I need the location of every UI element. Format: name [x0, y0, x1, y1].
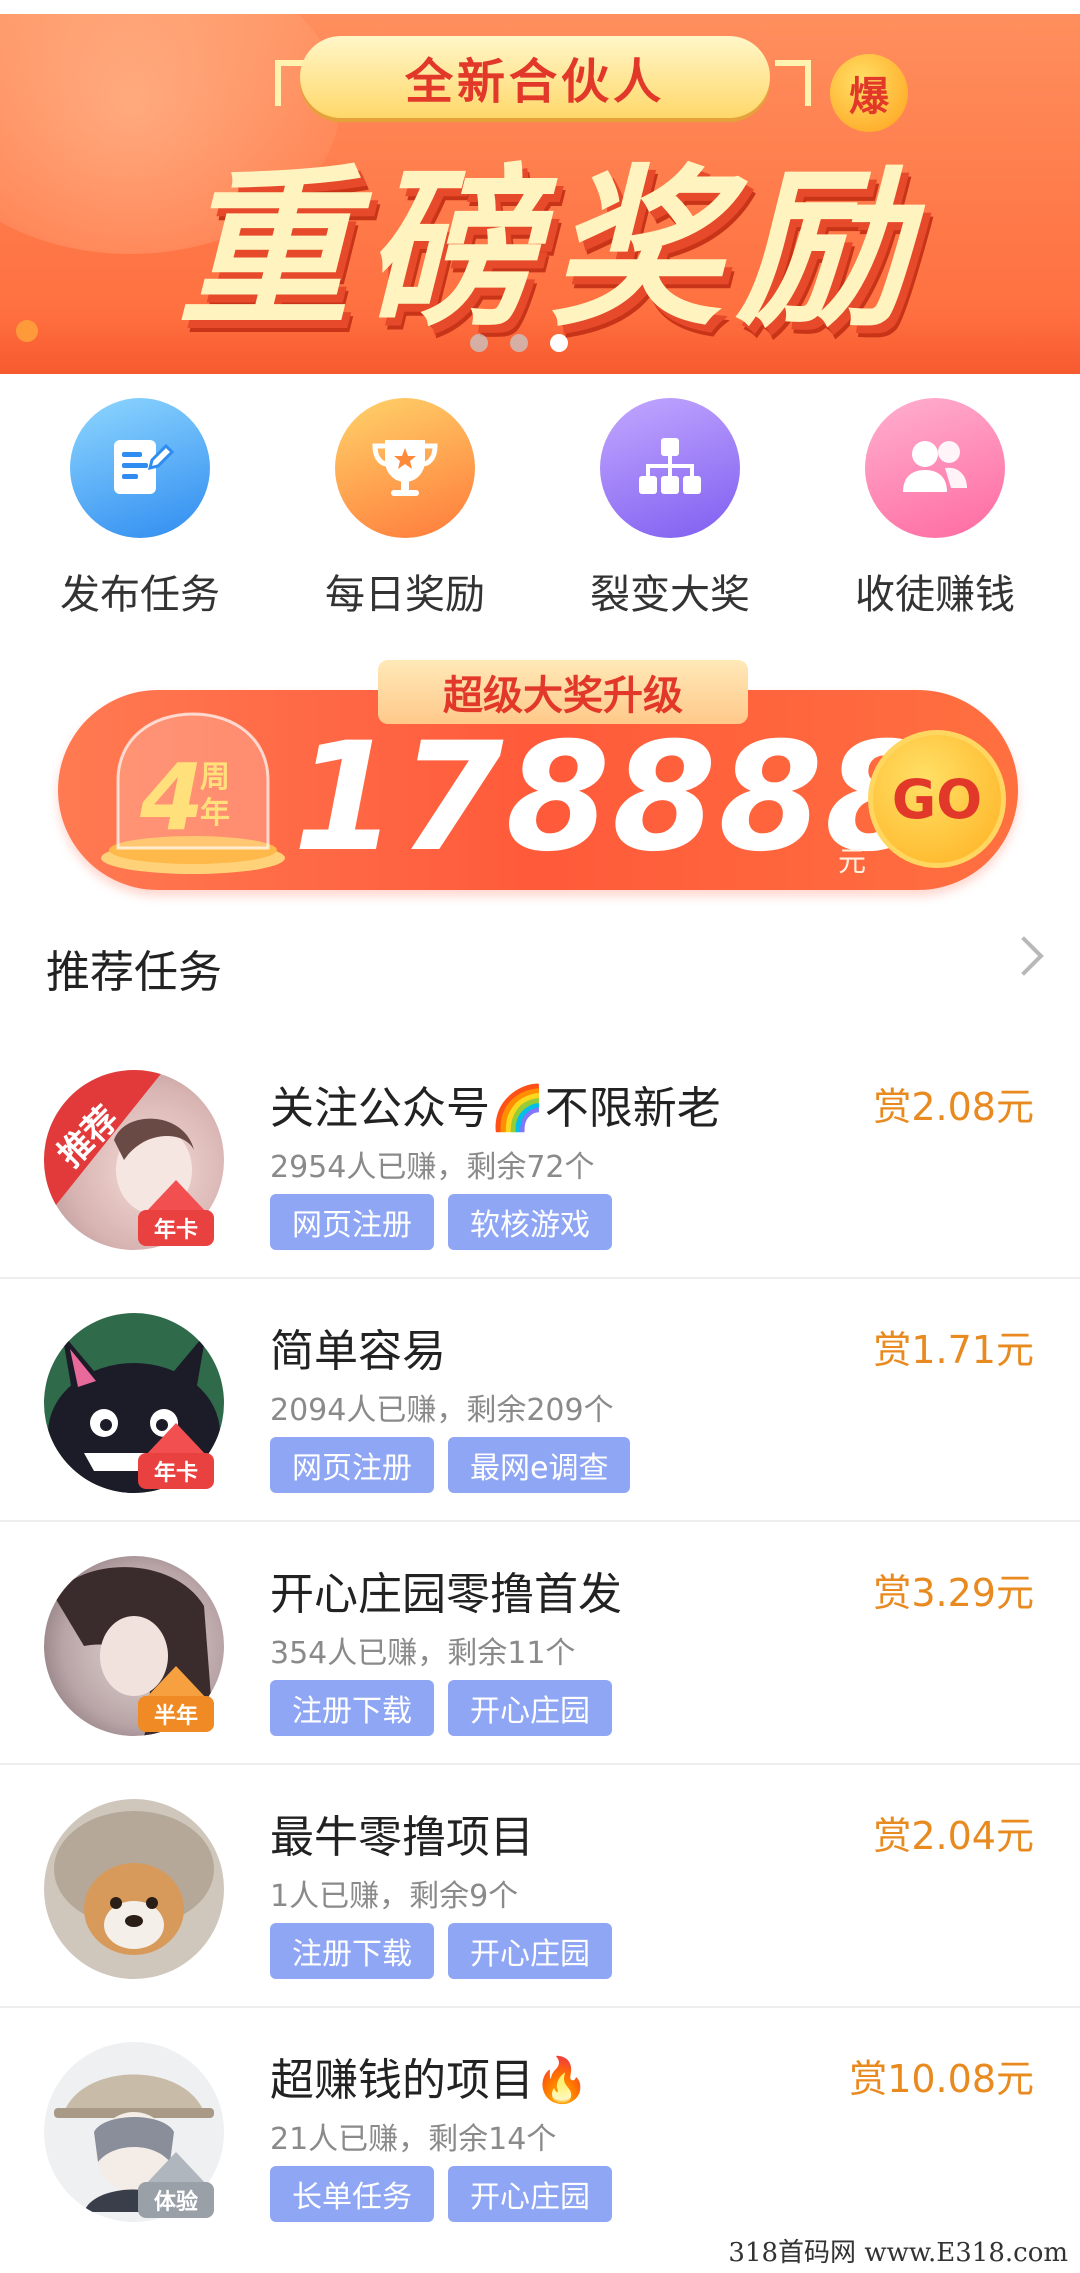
crown-icon: 体验 — [138, 2152, 214, 2222]
task-stats: 1人已赚，剩余9个 — [270, 1879, 519, 1914]
task-stats: 2094人已赚，剩余209个 — [270, 1393, 614, 1428]
task-reward: 赏2.04元 — [873, 1814, 1034, 1858]
action-label: 裂变大奖 — [590, 572, 750, 618]
quick-actions: 发布任务 每日奖励 裂变大奖 收徒赚钱 — [0, 398, 1080, 638]
trophy-icon — [335, 398, 475, 538]
action-label: 发布任务 — [60, 572, 220, 618]
task-tags: 网页注册 最网e调查 — [270, 1437, 631, 1493]
task-tags: 注册下载 开心庄园 — [270, 1680, 612, 1736]
task-reward: 赏1.71元 — [873, 1328, 1034, 1372]
crown-label: 年卡 — [153, 1218, 198, 1243]
task-item[interactable]: 推荐 年卡 关注公众号🌈不限新老 2954人已赚，剩余72个 网页注册 软核游戏… — [0, 1034, 1080, 1279]
task-title: 开心庄园零撸首发 — [270, 1569, 622, 1620]
task-title: 超赚钱的项目🔥 — [270, 2055, 589, 2106]
promo-banner[interactable]: 超级大奖升级 4 周年 178888 元 GO — [58, 660, 1018, 910]
task-tag: 开心庄园 — [448, 2166, 612, 2222]
carousel-dot-active[interactable] — [550, 334, 568, 352]
task-reward: 赏3.29元 — [873, 1571, 1034, 1615]
task-reward: 赏10.08元 — [849, 2057, 1034, 2101]
anniversary-number: 4 — [140, 744, 205, 851]
task-item[interactable]: 半年 开心庄园零撸首发 354人已赚，剩余11个 注册下载 开心庄园 赏3.29… — [0, 1520, 1080, 1765]
task-tags: 长单任务 开心庄园 — [270, 2166, 612, 2222]
action-recruit-earn[interactable]: 收徒赚钱 — [815, 398, 1055, 620]
banner-title-text: 重磅奖励 — [178, 149, 922, 350]
hierarchy-icon — [600, 398, 740, 538]
task-tag: 软核游戏 — [448, 1194, 612, 1250]
banner-title: 重磅奖励 — [60, 134, 1040, 350]
chevron-right-icon[interactable] — [1004, 936, 1044, 976]
task-tag: 开心庄园 — [448, 1923, 612, 1979]
go-button[interactable]: GO — [868, 730, 1006, 868]
anniversary-text: 周年 — [200, 760, 230, 831]
task-tag: 长单任务 — [270, 2166, 434, 2222]
task-tag: 网页注册 — [270, 1194, 434, 1250]
anniversary-dome-icon: 4 周年 — [88, 700, 298, 880]
pill-bracket-right — [775, 60, 811, 106]
banner-pill-text: 全新合伙人 — [404, 54, 665, 110]
promo-amount: 178888 — [293, 711, 932, 885]
carousel-dot[interactable] — [470, 334, 488, 352]
edit-document-icon — [70, 398, 210, 538]
carousel-indicator — [470, 334, 568, 352]
task-tags: 注册下载 开心庄园 — [270, 1923, 612, 1979]
task-title: 关注公众号🌈不限新老 — [270, 1083, 721, 1134]
avatar — [44, 1799, 224, 1979]
task-tag: 开心庄园 — [448, 1680, 612, 1736]
top-banner[interactable]: 全新合伙人 爆 重磅奖励 — [0, 14, 1080, 374]
crown-label: 体验 — [153, 2190, 198, 2215]
watermark: 318首码网 www.E318.com — [728, 2238, 1068, 2268]
task-item[interactable]: 最牛零撸项目 1人已赚，剩余9个 注册下载 开心庄园 赏2.04元 — [0, 1763, 1080, 2008]
action-publish-task[interactable]: 发布任务 — [20, 398, 260, 620]
task-title: 最牛零撸项目 — [270, 1812, 534, 1863]
decorative-dot — [16, 320, 38, 342]
carousel-dot[interactable] — [510, 334, 528, 352]
task-stats: 21人已赚，剩余14个 — [270, 2122, 557, 2157]
section-title: 推荐任务 — [46, 947, 222, 998]
task-stats: 354人已赚，剩余11个 — [270, 1636, 576, 1671]
task-tag: 注册下载 — [270, 1923, 434, 1979]
task-item[interactable]: 年卡 简单容易 2094人已赚，剩余209个 网页注册 最网e调查 赏1.71元 — [0, 1277, 1080, 1522]
task-item[interactable]: 体验 超赚钱的项目🔥 21人已赚，剩余14个 长单任务 开心庄园 赏10.08元 — [0, 2006, 1080, 2249]
task-reward: 赏2.08元 — [873, 1085, 1034, 1129]
task-tag: 注册下载 — [270, 1680, 434, 1736]
action-label: 每日奖励 — [325, 572, 485, 618]
crown-label: 半年 — [153, 1704, 198, 1729]
action-label: 收徒赚钱 — [855, 572, 1015, 618]
banner-pill: 全新合伙人 — [300, 36, 770, 118]
crown-icon: 年卡 — [138, 1423, 214, 1493]
crown-icon: 半年 — [138, 1666, 214, 1736]
crown-label: 年卡 — [153, 1461, 198, 1486]
promo-unit: 元 — [838, 845, 867, 878]
action-fission-prize[interactable]: 裂变大奖 — [550, 398, 790, 620]
task-tag: 最网e调查 — [448, 1437, 631, 1493]
users-icon — [865, 398, 1005, 538]
go-label: GO — [891, 767, 983, 831]
task-tag: 网页注册 — [270, 1437, 434, 1493]
task-stats: 2954人已赚，剩余72个 — [270, 1150, 595, 1185]
task-title: 简单容易 — [270, 1326, 446, 1377]
crown-icon: 年卡 — [138, 1180, 214, 1250]
task-tags: 网页注册 软核游戏 — [270, 1194, 612, 1250]
action-daily-reward[interactable]: 每日奖励 — [285, 398, 525, 620]
